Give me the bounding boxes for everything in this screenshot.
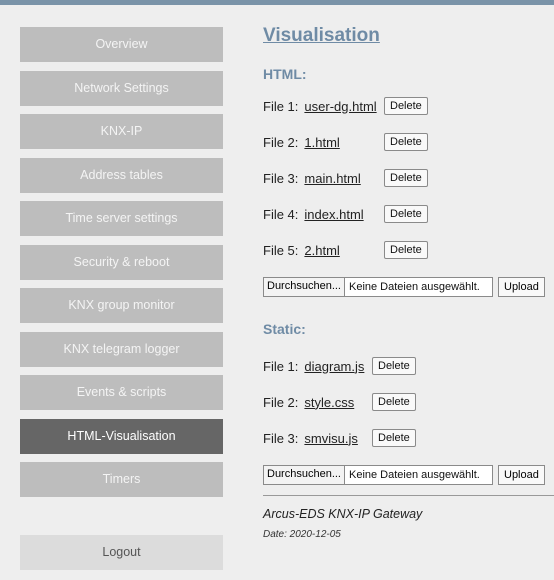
footer-product-name: Arcus-EDS KNX-IP Gateway <box>263 507 423 521</box>
browse-button[interactable]: Durchsuchen... <box>264 466 345 484</box>
html-file-input[interactable]: Durchsuchen... Keine Dateien ausgewählt. <box>263 277 493 297</box>
sidebar-item-knx-group-monitor[interactable]: KNX group monitor <box>20 288 223 323</box>
delete-button[interactable]: Delete <box>384 241 428 259</box>
file-link[interactable]: index.html <box>304 207 363 222</box>
delete-button[interactable]: Delete <box>384 97 428 115</box>
html-file-row: File 5: 2.html <box>263 240 340 260</box>
sidebar-item-security-reboot[interactable]: Security & reboot <box>20 244 223 280</box>
html-file-row: File 2: 1.html <box>263 132 340 152</box>
file-link[interactable]: diagram.js <box>304 359 364 374</box>
file-link[interactable]: 1.html <box>304 135 339 150</box>
static-file-input[interactable]: Durchsuchen... Keine Dateien ausgewählt. <box>263 465 493 485</box>
no-file-selected-text: Keine Dateien ausgewählt. <box>348 469 480 481</box>
file-link[interactable]: style.css <box>304 395 354 410</box>
delete-button[interactable]: Delete <box>384 205 428 223</box>
static-section-title: Static: <box>263 321 306 337</box>
file-label: File 5: <box>263 242 299 258</box>
delete-button[interactable]: Delete <box>384 169 428 187</box>
file-label: File 1: <box>263 358 299 374</box>
file-label: File 3: <box>263 430 299 446</box>
delete-button[interactable]: Delete <box>372 393 416 411</box>
page-title: Visualisation <box>263 25 380 46</box>
file-link[interactable]: 2.html <box>304 243 339 258</box>
sidebar-item-network-settings[interactable]: Network Settings <box>20 70 223 106</box>
sidebar-item-events-scripts[interactable]: Events & scripts <box>20 375 223 410</box>
sidebar-item-address-tables[interactable]: Address tables <box>20 157 223 193</box>
sidebar-nav: Overview Network Settings KNX-IP Address… <box>20 27 223 506</box>
logout-button[interactable]: Logout <box>20 535 223 570</box>
footer-divider <box>263 495 554 496</box>
sidebar-item-html-visualisation[interactable]: HTML-Visualisation <box>20 418 223 454</box>
file-label: File 1: <box>263 98 299 114</box>
file-link[interactable]: user-dg.html <box>304 99 376 114</box>
static-file-row: File 3: smvisu.js <box>263 428 358 448</box>
html-file-row: File 1: user-dg.html <box>263 96 377 116</box>
file-link[interactable]: smvisu.js <box>304 431 357 446</box>
file-label: File 4: <box>263 206 299 222</box>
file-label: File 3: <box>263 170 299 186</box>
static-upload-button[interactable]: Upload <box>498 465 545 485</box>
file-label: File 2: <box>263 134 299 150</box>
sidebar-item-timers[interactable]: Timers <box>20 462 223 497</box>
delete-button[interactable]: Delete <box>384 133 428 151</box>
static-file-row: File 1: diagram.js <box>263 356 364 376</box>
no-file-selected-text: Keine Dateien ausgewählt. <box>348 281 480 293</box>
footer-date: Date: 2020-12-05 <box>263 529 341 540</box>
sidebar-item-overview[interactable]: Overview <box>20 27 223 62</box>
file-link[interactable]: main.html <box>304 171 360 186</box>
main-content: Visualisation HTML: File 1: user-dg.html… <box>263 0 554 580</box>
html-file-row: File 4: index.html <box>263 204 364 224</box>
delete-button[interactable]: Delete <box>372 357 416 375</box>
sidebar-item-time-server-settings[interactable]: Time server settings <box>20 201 223 236</box>
delete-button[interactable]: Delete <box>372 429 416 447</box>
html-section-title: HTML: <box>263 66 307 82</box>
html-file-row: File 3: main.html <box>263 168 361 188</box>
static-file-row: File 2: style.css <box>263 392 354 412</box>
html-upload-button[interactable]: Upload <box>498 277 545 297</box>
sidebar-item-knx-ip[interactable]: KNX-IP <box>20 114 223 149</box>
browse-button[interactable]: Durchsuchen... <box>264 278 345 296</box>
sidebar-item-knx-telegram-logger[interactable]: KNX telegram logger <box>20 331 223 367</box>
file-label: File 2: <box>263 394 299 410</box>
